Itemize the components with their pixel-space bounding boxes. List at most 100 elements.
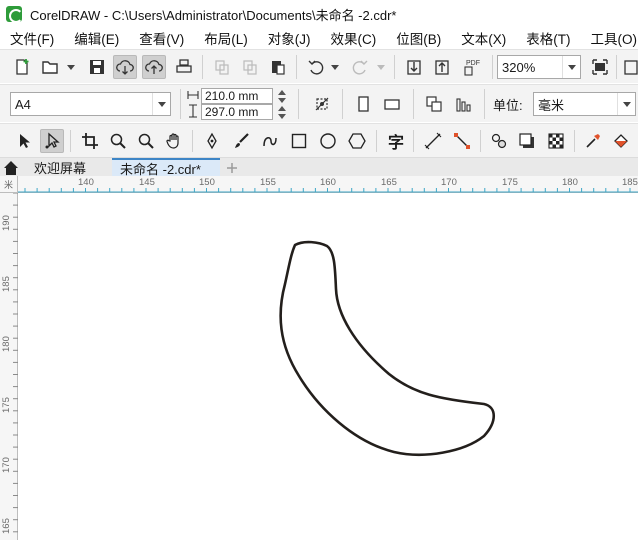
- dimension-tool-icon[interactable]: [421, 129, 445, 153]
- bezier-tool-icon[interactable]: [258, 129, 282, 153]
- page-size-combo[interactable]: A4: [10, 92, 171, 116]
- full-screen-icon[interactable]: [588, 55, 612, 79]
- add-tab-icon[interactable]: [222, 158, 242, 177]
- toolbar-separator: [394, 55, 395, 79]
- new-document-icon[interactable]: [10, 55, 34, 79]
- menu-effects[interactable]: 效果(C): [321, 28, 387, 48]
- menu-table[interactable]: 表格(T): [516, 28, 580, 48]
- home-icon[interactable]: [3, 160, 19, 176]
- undo-icon[interactable]: [304, 55, 328, 79]
- interactive-fill-icon[interactable]: [609, 129, 633, 153]
- redo-icon[interactable]: [348, 55, 372, 79]
- menu-tools[interactable]: 工具(O): [581, 28, 638, 48]
- toolbar-separator: [298, 89, 299, 119]
- transparency-icon[interactable]: [544, 129, 568, 153]
- zoom-tool-icon[interactable]: [106, 129, 130, 153]
- rectangle-tool-icon[interactable]: [287, 129, 311, 153]
- portrait-icon[interactable]: [351, 92, 375, 116]
- tab-welcome-screen[interactable]: 欢迎屏幕: [26, 158, 112, 177]
- menu-file[interactable]: 文件(F): [0, 28, 64, 48]
- pen-tool-icon[interactable]: [200, 129, 224, 153]
- ruler-label-165: 165: [381, 177, 397, 188]
- drawing-canvas[interactable]: [19, 194, 638, 540]
- landscape-icon[interactable]: [380, 92, 404, 116]
- export-icon[interactable]: [430, 55, 454, 79]
- ruler-label-160: 160: [320, 177, 336, 188]
- current-page-icon[interactable]: [451, 92, 475, 116]
- menu-view[interactable]: 查看(V): [129, 28, 194, 48]
- cloud-upload-icon[interactable]: [142, 55, 166, 79]
- menu-bitmaps[interactable]: 位图(B): [386, 28, 451, 48]
- ruler-label-170: 170: [441, 177, 457, 188]
- menu-object[interactable]: 对象(J): [258, 28, 321, 48]
- chevron-down-icon[interactable]: [562, 56, 580, 78]
- toolbox: 字: [0, 123, 638, 157]
- publish-pdf-icon[interactable]: PDF: [459, 55, 483, 79]
- banana-curve[interactable]: [279, 240, 496, 456]
- page-height-field[interactable]: 297.0 mm: [201, 104, 273, 120]
- shape-tool-icon[interactable]: [40, 129, 64, 153]
- width-spinner[interactable]: [275, 88, 289, 104]
- window-title: CorelDRAW - C:\Users\Administrator\Docum…: [30, 7, 397, 23]
- horizontal-ruler-ticks: [18, 188, 638, 193]
- blend-tool-icon[interactable]: [487, 129, 511, 153]
- eyedropper-icon[interactable]: [581, 129, 605, 153]
- canvas-artwork: [279, 240, 496, 456]
- standard-toolbar: PDF 320%: [0, 49, 638, 83]
- toolbar-separator: [376, 130, 377, 152]
- ruler-origin[interactable]: 米: [0, 176, 18, 193]
- page-width-field[interactable]: 210.0 mm: [201, 88, 273, 104]
- zoom-level-combo[interactable]: 320%: [497, 55, 581, 79]
- pan-tool-icon[interactable]: [162, 129, 186, 153]
- ellipse-tool-icon[interactable]: [316, 129, 340, 153]
- zoom-out-tool-icon[interactable]: [134, 129, 158, 153]
- menu-text[interactable]: 文本(X): [451, 28, 516, 48]
- crop-tool-icon[interactable]: [78, 129, 102, 153]
- coreldraw-logo-icon: [6, 6, 23, 23]
- publish-pdf-label: PDF: [466, 60, 480, 67]
- page-orientation-link-icon[interactable]: [310, 92, 334, 116]
- ruler-label-165v: 165: [1, 518, 12, 534]
- pick-tool-icon[interactable]: [12, 129, 36, 153]
- height-arrow-icon: [187, 104, 199, 118]
- copy-properties-icon[interactable]: [210, 55, 234, 79]
- ruler-label-185v: 185: [1, 276, 12, 292]
- vertical-ruler[interactable]: 190 185 180 175 170 165: [0, 193, 18, 540]
- cloud-download-icon[interactable]: [113, 55, 137, 79]
- app-launcher-icon[interactable]: [622, 55, 638, 79]
- import-icon[interactable]: [402, 55, 426, 79]
- chevron-down-icon[interactable]: [617, 93, 635, 115]
- horizontal-ruler[interactable]: 140 145 150 155 160 165 170 175 180 185: [0, 176, 638, 193]
- all-pages-icon[interactable]: [422, 92, 446, 116]
- artistic-media-icon[interactable]: [229, 129, 253, 153]
- ruler-label-175: 175: [502, 177, 518, 188]
- units-value: 毫米: [538, 97, 565, 113]
- print-icon[interactable]: [172, 55, 196, 79]
- ruler-label-185: 185: [622, 177, 638, 188]
- menu-layout[interactable]: 布局(L): [194, 28, 258, 48]
- paste-icon[interactable]: [266, 55, 290, 79]
- height-spinner[interactable]: [275, 104, 289, 120]
- polygon-tool-icon[interactable]: [345, 129, 369, 153]
- redo-dropdown-arrow-icon[interactable]: [376, 62, 386, 72]
- open-dropdown-arrow-icon[interactable]: [66, 62, 76, 72]
- undo-dropdown-arrow-icon[interactable]: [330, 62, 340, 72]
- drop-shadow-icon[interactable]: [515, 129, 539, 153]
- width-arrow-icon: [187, 88, 199, 102]
- tab-untitled-2[interactable]: 未命名 -2.cdr*: [112, 158, 220, 177]
- toolbar-separator: [413, 89, 414, 119]
- connector-tool-icon[interactable]: [450, 129, 474, 153]
- property-bar: A4 210.0 mm 297.0 mm 单位: 毫米: [0, 84, 638, 122]
- toolbar-separator: [202, 55, 203, 79]
- units-label: 单位:: [493, 98, 523, 113]
- ruler-label-180: 180: [562, 177, 578, 188]
- text-tool-icon[interactable]: 字: [384, 129, 408, 153]
- open-folder-icon[interactable]: [38, 55, 62, 79]
- vertical-ruler-ticks: [13, 193, 18, 533]
- toolbar-separator: [480, 130, 481, 152]
- units-combo[interactable]: 毫米: [533, 92, 636, 116]
- save-icon[interactable]: [85, 55, 109, 79]
- copy-icon[interactable]: [238, 55, 262, 79]
- chevron-down-icon[interactable]: [152, 93, 170, 115]
- menu-edit[interactable]: 编辑(E): [64, 28, 129, 48]
